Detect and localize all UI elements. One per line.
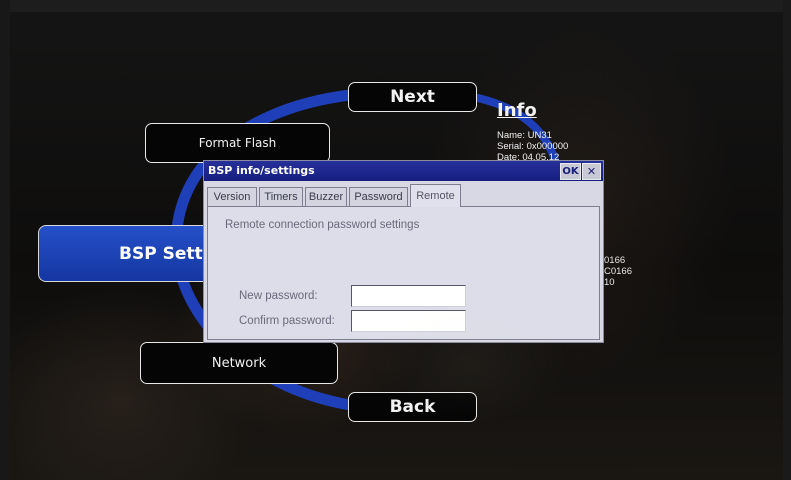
info-details: Name: UN31 Serial: 0x000000 Date: 04.05.… [497,130,617,163]
info-value-line: C0166 [604,266,632,277]
info-value-line: 10 [604,277,615,288]
tab-password[interactable]: Password [349,187,408,206]
dialog-title: BSP info/settings [208,164,315,177]
info-value-line: 0166 [604,255,626,266]
info-serial: Serial: 0x000000 [497,141,569,152]
new-password-label: New password: [239,290,318,302]
device-screen: Next Format Flash BSP Setting Network Ba… [0,0,791,480]
panel-heading: Remote connection password settings [225,219,420,231]
tab-buzzer[interactable]: Buzzer [305,187,347,206]
info-side-values: 0166 C0166 10 [604,255,632,288]
format-flash-button[interactable]: Format Flash [145,123,330,163]
dialog-titlebar: BSP info/settings OK ✕ [204,161,603,181]
info-panel: Info [497,100,537,121]
network-button[interactable]: Network [140,342,338,384]
confirm-password-label: Confirm password: [239,315,335,327]
info-name: Name: UN31 [497,130,552,141]
close-icon[interactable]: ✕ [582,163,601,180]
back-button[interactable]: Back [348,392,477,422]
bsp-settings-dialog: BSP info/settings OK ✕ Version Timers Bu… [203,160,604,343]
confirm-password-field[interactable] [351,310,466,332]
tab-remote[interactable]: Remote [410,184,461,207]
ok-button[interactable]: OK [560,163,581,180]
info-title: Info [497,100,537,121]
tab-timers[interactable]: Timers [259,187,303,206]
tab-version[interactable]: Version [207,187,257,206]
bsp-settings-button[interactable]: BSP Setting [38,225,208,282]
next-button[interactable]: Next [348,82,477,112]
new-password-field[interactable] [351,285,466,307]
